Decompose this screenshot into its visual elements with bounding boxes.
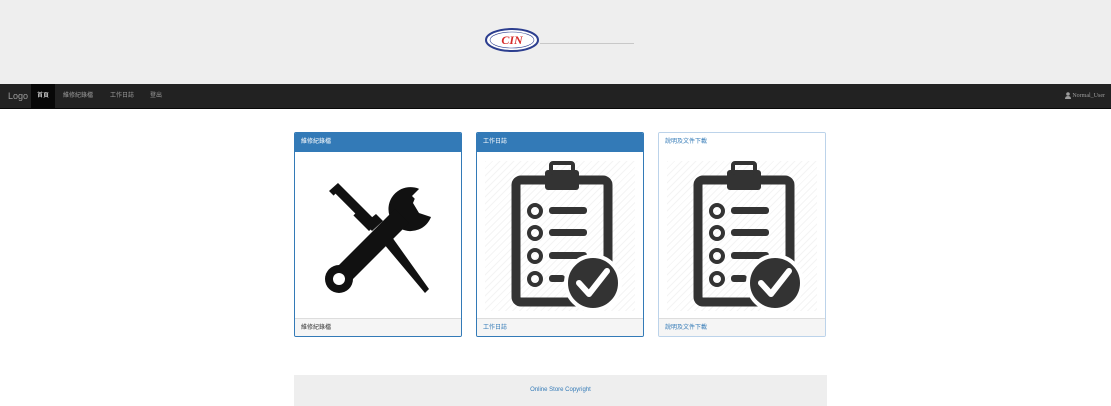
card-footer[interactable]: 說明及文件下載 bbox=[659, 318, 825, 336]
user-icon bbox=[1065, 92, 1072, 100]
card-heading: 說明及文件下載 bbox=[659, 133, 825, 152]
card-docs-download[interactable]: 說明及文件下載 說明及文件下載 bbox=[658, 132, 826, 337]
clipboard-check-icon bbox=[511, 161, 622, 312]
card-image[interactable] bbox=[485, 161, 635, 312]
logo-underline bbox=[540, 43, 634, 44]
nav-item-repair-records[interactable]: 維修紀錄檔 bbox=[57, 84, 99, 108]
clipboard-check-icon bbox=[693, 161, 804, 312]
site-footer: Online Store Copyright bbox=[294, 375, 827, 406]
nav-item-home[interactable]: 首頁 bbox=[31, 84, 56, 108]
card-work-log[interactable]: 工作日誌 工作日誌 bbox=[476, 132, 644, 337]
card-image[interactable] bbox=[667, 161, 817, 312]
logo-text: CIN bbox=[501, 33, 524, 47]
nav-user-menu[interactable]: Normal_User bbox=[1065, 84, 1105, 108]
tools-icon bbox=[325, 183, 431, 293]
card-repair-records[interactable]: 維修紀錄檔 維修紀錄檔 bbox=[294, 132, 462, 337]
card-image[interactable] bbox=[303, 161, 453, 311]
company-logo[interactable]: CIN bbox=[484, 26, 634, 54]
cin-logo-icon: CIN bbox=[485, 28, 539, 52]
copyright-text: Online Store Copyright bbox=[530, 387, 591, 393]
navbar-brand[interactable]: Logo bbox=[0, 84, 28, 108]
main-navbar: Logo 首頁 維修紀錄檔 工作日誌 登出 Normal_User bbox=[0, 84, 1111, 109]
nav-item-logout[interactable]: 登出 bbox=[144, 84, 168, 108]
card-heading: 維修紀錄檔 bbox=[295, 133, 461, 152]
site-header: CIN bbox=[0, 0, 1111, 84]
nav-username: Normal_User bbox=[1072, 93, 1105, 99]
nav-item-work-log[interactable]: 工作日誌 bbox=[104, 84, 140, 108]
card-heading: 工作日誌 bbox=[477, 133, 643, 152]
card-footer[interactable]: 維修紀錄檔 bbox=[295, 318, 461, 336]
card-footer[interactable]: 工作日誌 bbox=[477, 318, 643, 336]
